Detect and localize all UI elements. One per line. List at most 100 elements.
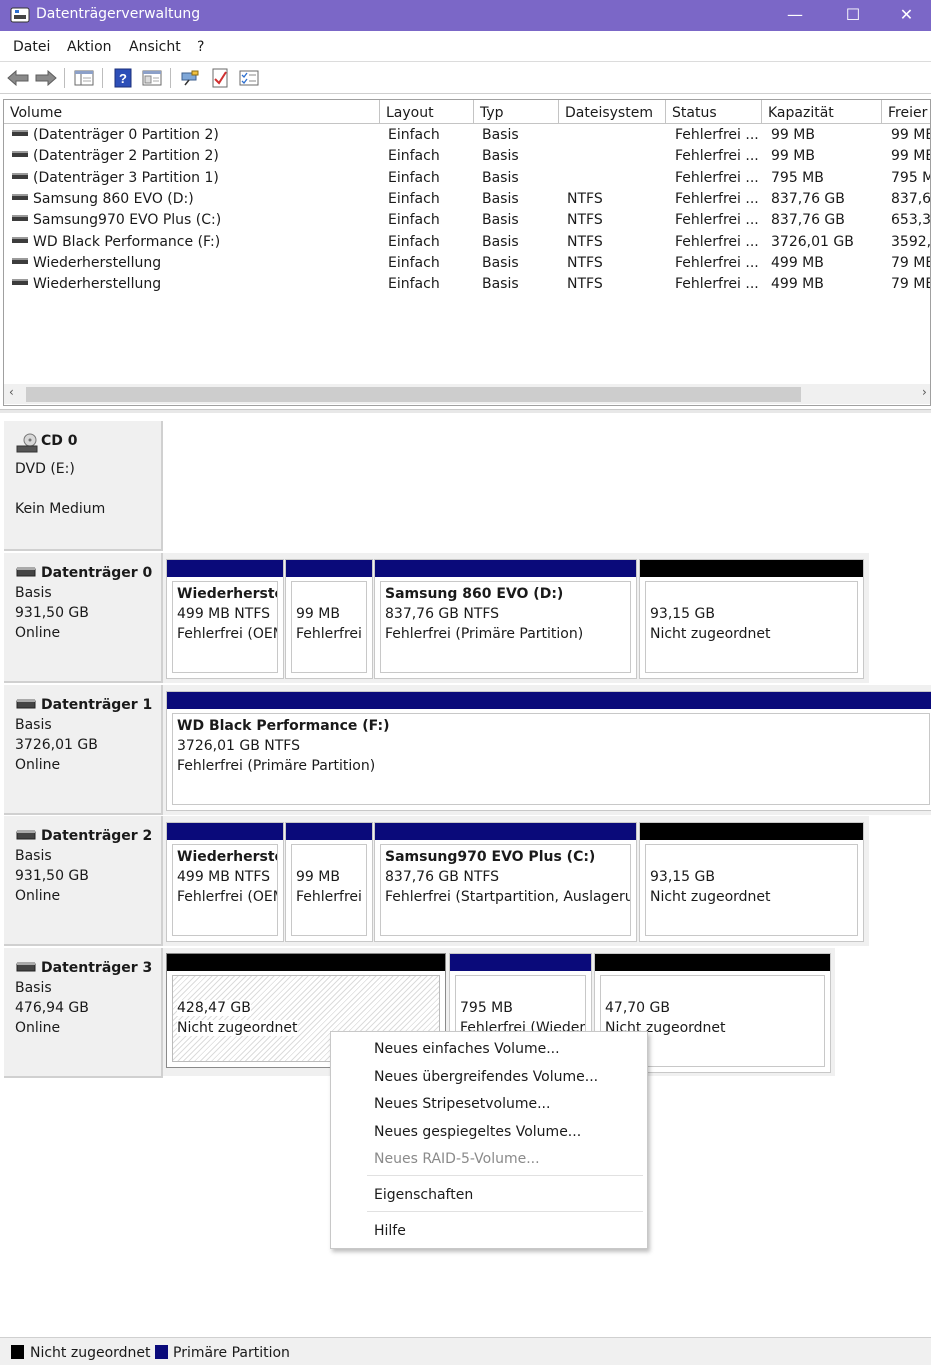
partition-title: Wiederherstel: [177, 849, 278, 865]
cell-layout: Einfach: [388, 212, 440, 229]
disk-name: Datenträger 1: [41, 697, 153, 713]
cell-freier: 99 MB: [891, 127, 931, 143]
partition-body: Samsung 860 EVO (D:) 837,76 GB NTFS Fehl…: [380, 581, 631, 673]
disk-state: Online: [15, 625, 61, 641]
disk-name: Datenträger 3: [41, 960, 153, 976]
cell-status: Fehlerfrei ...: [675, 169, 759, 186]
cell-layout: Einfach: [388, 127, 440, 143]
partition-d2-samsung970[interactable]: Samsung970 EVO Plus (C:) 837,76 GB NTFS …: [374, 822, 637, 942]
partition-color-bar: [640, 560, 863, 577]
partition-d0-samsung860[interactable]: Samsung 860 EVO (D:) 837,76 GB NTFS Fehl…: [374, 559, 637, 679]
partition-body: Samsung970 EVO Plus (C:) 837,76 GB NTFS …: [380, 844, 631, 936]
partition-color-bar: [375, 823, 636, 840]
menu-item-new-spanned-volume[interactable]: Neues übergreifendes Volume...: [374, 1069, 598, 1085]
scroll-left-icon[interactable]: ‹: [9, 385, 14, 399]
column-header-kapazitaet[interactable]: Kapazität: [762, 100, 882, 124]
volume-row[interactable]: (Datenträger 3 Partition 1) Einfach Basis F…: [4, 169, 930, 190]
connect-icon[interactable]: [178, 66, 202, 90]
partition-color-bar: [286, 823, 372, 840]
scroll-right-icon[interactable]: ›: [922, 385, 927, 399]
disk-label-0[interactable]: Datenträger 0 Basis 931,50 GB Online: [4, 553, 163, 683]
disk-label-cd0[interactable]: CD 0 DVD (E:) Kein Medium: [4, 421, 163, 551]
back-icon[interactable]: [6, 66, 30, 90]
partition-d0-efi[interactable]: 99 MB Fehlerfrei (: [285, 559, 373, 679]
partition-d0-recovery[interactable]: Wiederherstel 499 MB NTFS Fehlerfrei (OE…: [166, 559, 284, 679]
properties-icon[interactable]: [140, 66, 164, 90]
menu-ansicht[interactable]: Ansicht: [129, 39, 181, 55]
column-header-typ[interactable]: Typ: [474, 100, 559, 124]
partition-color-bar: [167, 954, 445, 971]
partition-d0-unallocated[interactable]: 93,15 GB Nicht zugeordnet: [639, 559, 864, 679]
disk-label-3[interactable]: Datenträger 3 Basis 476,94 GB Online: [4, 948, 163, 1078]
column-header-volume[interactable]: Volume: [4, 100, 380, 124]
menu-separator: [367, 1175, 643, 1176]
close-button[interactable]: ✕: [882, 0, 931, 31]
partition-size: 93,15 GB: [650, 869, 715, 885]
disk-type: Basis: [15, 585, 52, 601]
forward-icon[interactable]: [34, 66, 58, 90]
volume-icon: [12, 236, 28, 243]
partition-size: 499 MB NTFS: [177, 869, 271, 885]
legend-swatch-primary: [155, 1345, 168, 1359]
minimize-button[interactable]: —: [766, 0, 824, 31]
menu-item-help[interactable]: Hilfe: [374, 1223, 406, 1239]
menu-item-new-simple-volume[interactable]: Neues einfaches Volume...: [374, 1041, 560, 1057]
column-header-freier[interactable]: Freier: [882, 100, 930, 124]
volume-icon: [12, 215, 28, 222]
volume-row[interactable]: (Datenträger 0 Partition 2) Einfach Basis F…: [4, 126, 931, 147]
toolbar: ?: [0, 62, 931, 94]
partition-d2-unallocated[interactable]: 93,15 GB Nicht zugeordnet: [639, 822, 864, 942]
partition-size: 93,15 GB: [650, 606, 715, 622]
volume-list[interactable]: Volume Layout Typ Dateisystem Status Kap…: [3, 99, 931, 406]
help-icon[interactable]: ?: [111, 66, 135, 90]
cell-status: Fehlerfrei ...: [675, 254, 759, 271]
maximize-button[interactable]: ☐: [824, 0, 882, 31]
menu-item-new-striped-volume[interactable]: Neues Stripesetvolume...: [374, 1096, 550, 1112]
partition-status: Fehlerfrei (OEM: [177, 889, 278, 905]
toolbar-separator: [170, 68, 171, 88]
disk-size: 3726,01 GB: [15, 737, 98, 753]
disk-size: 931,50 GB: [15, 605, 89, 621]
cell-typ: Basis: [482, 190, 519, 207]
cell-freier: 79 MB: [891, 276, 931, 293]
volume-icon: [12, 279, 28, 286]
volume-row[interactable]: (Datenträger 2 Partition 2) Einfach Basis F…: [4, 147, 930, 168]
column-header-dateisystem[interactable]: Dateisystem: [559, 100, 666, 124]
menu-item-properties[interactable]: Eigenschaften: [374, 1187, 473, 1203]
partition-d1-wdblack[interactable]: WD Black Performance (F:) 3726,01 GB NTF…: [166, 691, 931, 811]
check-icon[interactable]: [208, 66, 232, 90]
scrollbar-thumb[interactable]: [26, 387, 801, 402]
cd-drive-letter: DVD (E:): [15, 461, 75, 477]
disk-state: Online: [15, 888, 61, 904]
volume-row[interactable]: Samsung 860 EVO (D:) Einfach Basis NTFS Fehl…: [4, 190, 930, 211]
cell-volume: WD Black Performance (F:): [12, 234, 220, 250]
partition-status: Nicht zugeordnet: [650, 626, 771, 642]
menu-datei[interactable]: Datei: [13, 39, 50, 55]
horizontal-scrollbar[interactable]: ‹ ›: [4, 384, 930, 404]
volume-row[interactable]: WD Black Performance (F:) Einfach Basis NTF…: [4, 233, 930, 254]
menu-help[interactable]: ?: [197, 39, 204, 55]
cell-kapazitaet: 499 MB: [771, 276, 824, 293]
legend-primary-label: Primäre Partition: [173, 1345, 290, 1361]
volume-row[interactable]: Samsung970 EVO Plus (C:) Einfach Basis NTFS…: [4, 211, 930, 232]
menu-item-new-mirrored-volume[interactable]: Neues gespiegeltes Volume...: [374, 1124, 581, 1140]
disk-management-app-icon: [10, 6, 30, 24]
volume-row[interactable]: Wiederherstellung Einfach Basis NTFS Fehlerf…: [4, 254, 930, 275]
partition-d2-recovery[interactable]: Wiederherstel 499 MB NTFS Fehlerfrei (OE…: [166, 822, 284, 942]
column-header-layout[interactable]: Layout: [380, 100, 474, 124]
volume-name: (Datenträger 2 Partition 2): [33, 148, 219, 165]
menu-bar: Datei Aktion Ansicht ?: [0, 31, 931, 62]
volume-row[interactable]: Wiederherstellung Einfach Basis NTFS Fehlerf…: [4, 275, 931, 296]
disk-label-2[interactable]: Datenträger 2 Basis 931,50 GB Online: [4, 816, 163, 946]
console-tree-icon[interactable]: [72, 66, 96, 90]
disk-state: Online: [15, 757, 61, 773]
column-header-status[interactable]: Status: [666, 100, 762, 124]
partition-color-bar: [640, 823, 863, 840]
partition-d2-efi[interactable]: 99 MB Fehlerfrei (: [285, 822, 373, 942]
partition-body: WD Black Performance (F:) 3726,01 GB NTF…: [172, 713, 930, 805]
cell-volume: (Datenträger 0 Partition 2): [12, 127, 219, 143]
cell-kapazitaet: 795 MB: [771, 169, 824, 186]
list-icon[interactable]: [237, 66, 261, 90]
disk-label-1[interactable]: Datenträger 1 Basis 3726,01 GB Online: [4, 685, 163, 815]
menu-aktion[interactable]: Aktion: [67, 39, 112, 55]
